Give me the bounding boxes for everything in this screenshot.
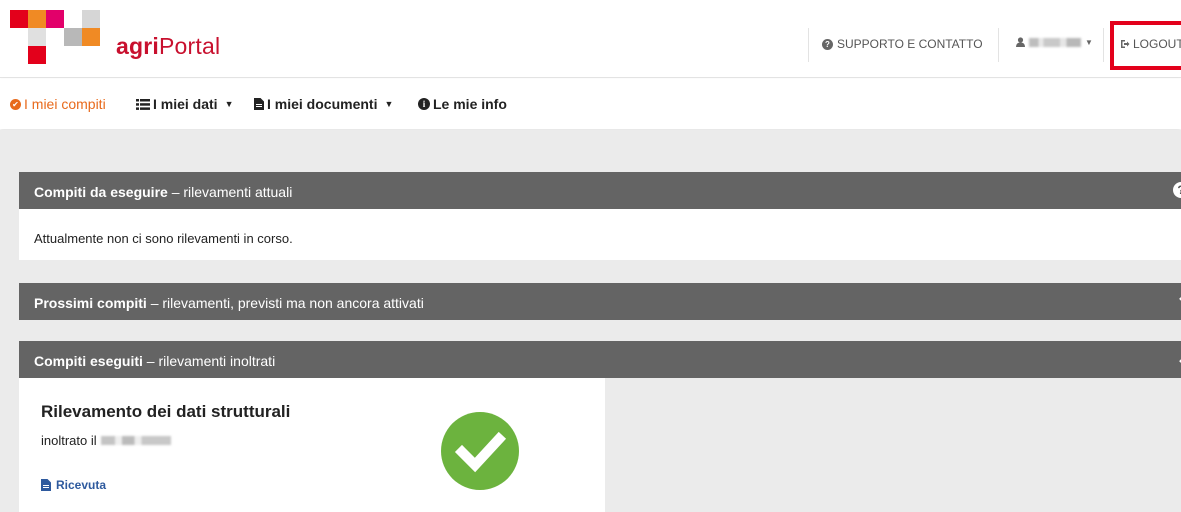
caret-down-icon: ▼ [1085, 37, 1093, 47]
panel-title: Compiti eseguiti [34, 353, 143, 369]
question-circle-icon[interactable]: ? [1173, 182, 1181, 198]
panel-title: Compiti da eseguire [34, 184, 168, 200]
check-circle-icon [441, 412, 519, 490]
empty-state-text: Attualmente non ci sono rilevamenti in c… [34, 231, 293, 246]
user-menu[interactable]: ▼ [1016, 37, 1093, 47]
nav-item-my-documents[interactable]: I miei documenti ▼ [254, 96, 393, 112]
question-circle-icon: ? [822, 38, 833, 50]
survey-card: Rilevamento dei dati strutturali inoltra… [19, 378, 605, 512]
support-label: SUPPORTO E CONTATTO [837, 37, 983, 51]
panel-subtitle: – rilevamenti inoltrati [142, 353, 276, 369]
username-redacted [1029, 37, 1081, 47]
divider [808, 28, 809, 62]
divider [1103, 28, 1104, 62]
submitted-label: inoltrato il [41, 433, 97, 448]
panel-subtitle: – rilevamenti attuali [167, 184, 293, 200]
main-navigation: ✔ I miei compiti I miei dati ▼ I miei do… [0, 79, 1181, 129]
brand-name[interactable]: agriPortal [116, 33, 220, 60]
nav-item-my-info[interactable]: i Le mie info [418, 96, 507, 112]
support-contact-link[interactable]: ? SUPPORTO E CONTATTO [822, 37, 983, 51]
caret-down-icon: ▼ [384, 99, 394, 109]
nav-label: I miei dati [153, 96, 218, 112]
nav-item-my-tasks[interactable]: ✔ I miei compiti [10, 96, 106, 112]
user-icon [1016, 37, 1025, 47]
list-icon [136, 98, 150, 110]
card-title: Rilevamento dei dati strutturali [41, 402, 291, 421]
nav-item-my-data[interactable]: I miei dati ▼ [136, 96, 234, 112]
panel-body-current-tasks: Attualmente non ci sono rilevamenti in c… [19, 209, 1181, 260]
logout-highlight-box [1110, 21, 1181, 70]
info-circle-icon: i [418, 98, 430, 110]
nav-label: I miei documenti [267, 96, 378, 112]
agriportal-logo[interactable] [10, 10, 110, 76]
receipt-label: Ricevuta [56, 478, 107, 492]
top-header: agriPortal ? SUPPORTO E CONTATTO ▼ LOGOU… [0, 0, 1181, 78]
panel-title: Prossimi compiti [34, 295, 147, 311]
caret-down-icon: ▼ [224, 99, 234, 109]
check-circle-icon: ✔ [10, 98, 21, 110]
panel-subtitle: – rilevamenti, previsti ma non ancora at… [146, 295, 424, 311]
document-icon [41, 479, 51, 491]
nav-label: Le mie info [433, 96, 507, 112]
panel-header-completed-tasks[interactable]: Compiti eseguiti – rilevamenti inoltrati [19, 341, 1181, 378]
panel-header-current-tasks[interactable]: Compiti da eseguire – rilevamenti attual… [19, 172, 1181, 209]
nav-label: I miei compiti [24, 96, 106, 112]
document-icon [254, 98, 264, 110]
receipt-link[interactable]: Ricevuta [41, 478, 106, 492]
submitted-date: inoltrato il [41, 433, 171, 448]
divider [998, 28, 999, 62]
panel-header-upcoming-tasks[interactable]: Prossimi compiti – rilevamenti, previsti… [19, 283, 1181, 320]
date-redacted [100, 436, 171, 445]
